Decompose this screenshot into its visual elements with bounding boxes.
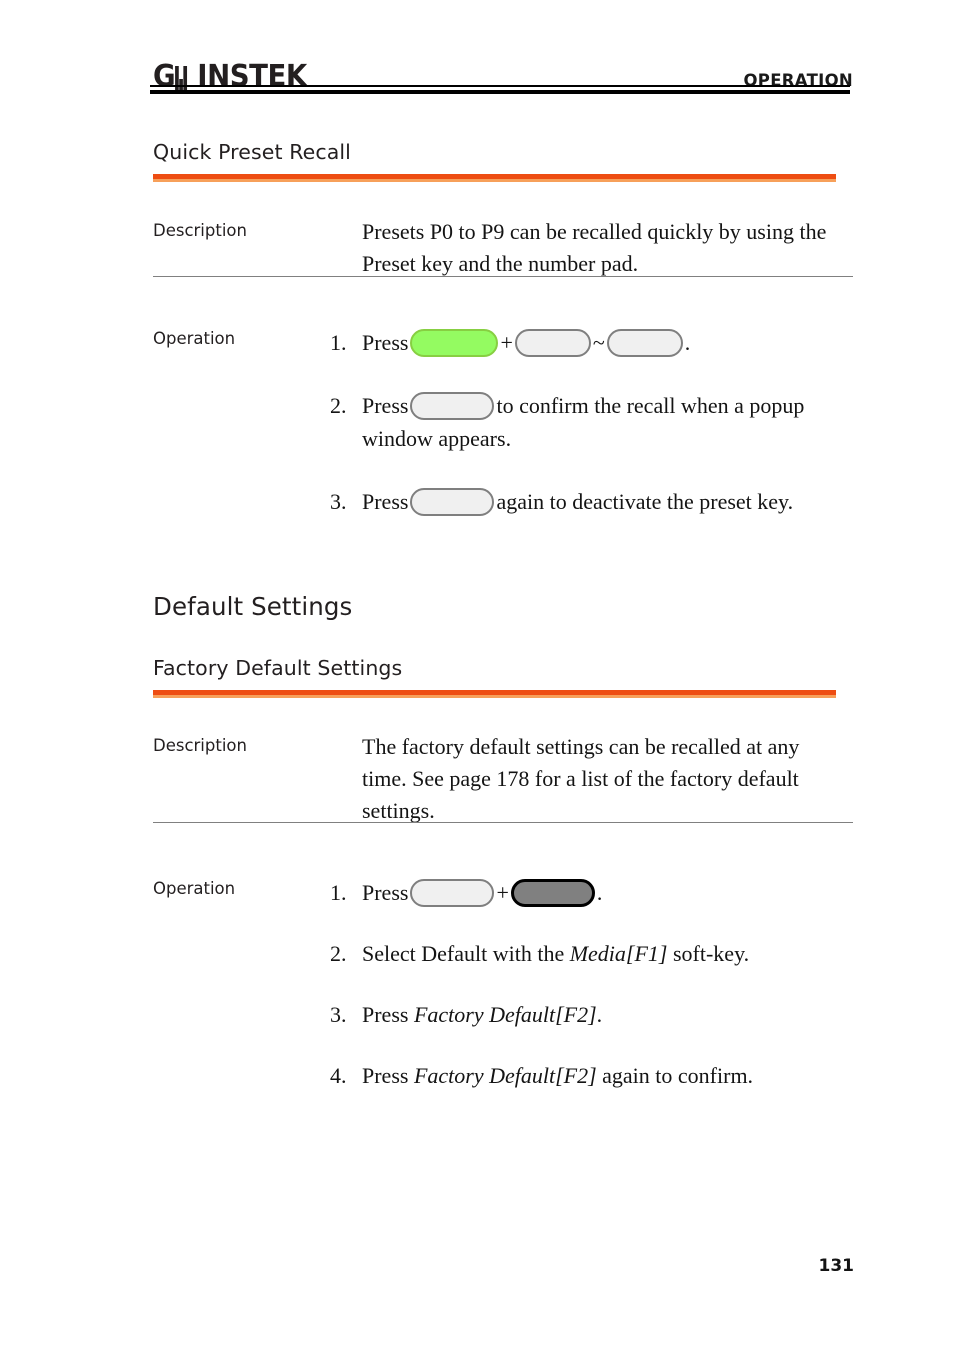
heading-quick-preset-recall: Quick Preset Recall [153,140,351,164]
subheading-factory-default-settings: Factory Default Settings [153,656,403,680]
list-item: 3. Press again to deactivate the preset k… [330,485,850,518]
step-text-tilde: ~ [592,330,605,355]
header-section-title: OPERATION [743,71,853,90]
number-key-gray-icon-last[interactable] [606,329,683,357]
list-item: 1. Press + ~. [330,326,850,359]
step-text-prefix: Press [362,880,409,905]
steps-list-default-settings: 1. Press +. 2. Select Default with the Me… [330,876,850,1092]
list-item: 4. Press Factory Default[F2] again to co… [330,1059,850,1092]
label-description-1: Description [153,221,247,240]
step-text-before: Press [362,1002,414,1027]
header-rule-thin [150,85,850,87]
step-number: 1. [330,330,347,355]
soft-key-label: Factory Default[F2] [413,1002,597,1027]
step-text-plus: + [500,330,513,355]
step-number: 1. [330,880,347,905]
preset-key-gray-icon[interactable] [410,488,495,516]
step-text-period: . [596,880,603,905]
preset-key-green-icon[interactable] [410,329,499,357]
step-number: 2. [330,393,347,418]
list-item: 3. Press Factory Default[F2]. [330,998,850,1031]
orange-rule-quick-preset-recall [153,174,836,182]
step-text-after: soft-key. [667,941,750,966]
step-text-after: again to confirm. [596,1063,754,1088]
gw-instek-logo: G INSTEK [153,62,307,92]
text-description-2: The factory default settings can be reca… [362,734,800,823]
step-text-before: Press [362,1063,414,1088]
step-number: 2. [330,941,347,966]
step-text-suffix: again to deactivate the preset key. [496,489,794,514]
step-text-period: . [684,330,691,355]
header-rule-thick [150,90,850,94]
document-page: G INSTEK OPERATION Quick Preset Recall De… [0,0,954,1349]
list-item: 2. Press to confirm the recall when a pop… [330,389,850,455]
divider-description-2 [153,822,853,823]
steps-list-quick-preset-recall: 1. Press + ~. 2. Press to confirm the recal… [330,326,850,518]
utility-key-dark-icon[interactable] [510,879,595,907]
logo-text-prefix: G [153,59,176,94]
enter-key-gray-icon[interactable] [410,392,495,420]
step-text-prefix: Press [362,330,409,355]
heading-default-settings: Default Settings [153,592,353,621]
step-number: 3. [330,489,347,514]
label-description-2: Description [153,736,247,755]
step-text-before: Select Default with the [362,941,570,966]
step-text-plus: + [496,880,509,905]
step-number: 4. [330,1063,347,1088]
list-item: 1. Press +. [330,876,850,909]
orange-band-light [153,695,836,698]
list-item: 2. Select Default with the Media[F1] sof… [330,937,850,970]
menu-key-gray-icon[interactable] [410,879,495,907]
soft-key-label: Media[F1] [569,941,668,966]
logo-text-suffix: INSTEK [197,59,307,94]
number-key-gray-icon-first[interactable] [514,329,591,357]
orange-band-light [153,179,836,182]
divider-description-1 [153,276,853,277]
page-number: 131 [818,1256,855,1276]
label-operation-2: Operation [153,879,236,898]
label-operation-1: Operation [153,329,236,348]
logo-w-mark-icon [175,64,195,86]
step-text-prefix: Press [362,489,409,514]
step-number: 3. [330,1002,347,1027]
step-text-after: . [596,1002,603,1027]
soft-key-label: Factory Default[F2] [413,1063,597,1088]
orange-rule-factory-default-settings [153,690,836,698]
text-description-1: Presets P0 to P9 can be recalled quickly… [362,219,827,276]
step-text-prefix: Press [362,393,409,418]
